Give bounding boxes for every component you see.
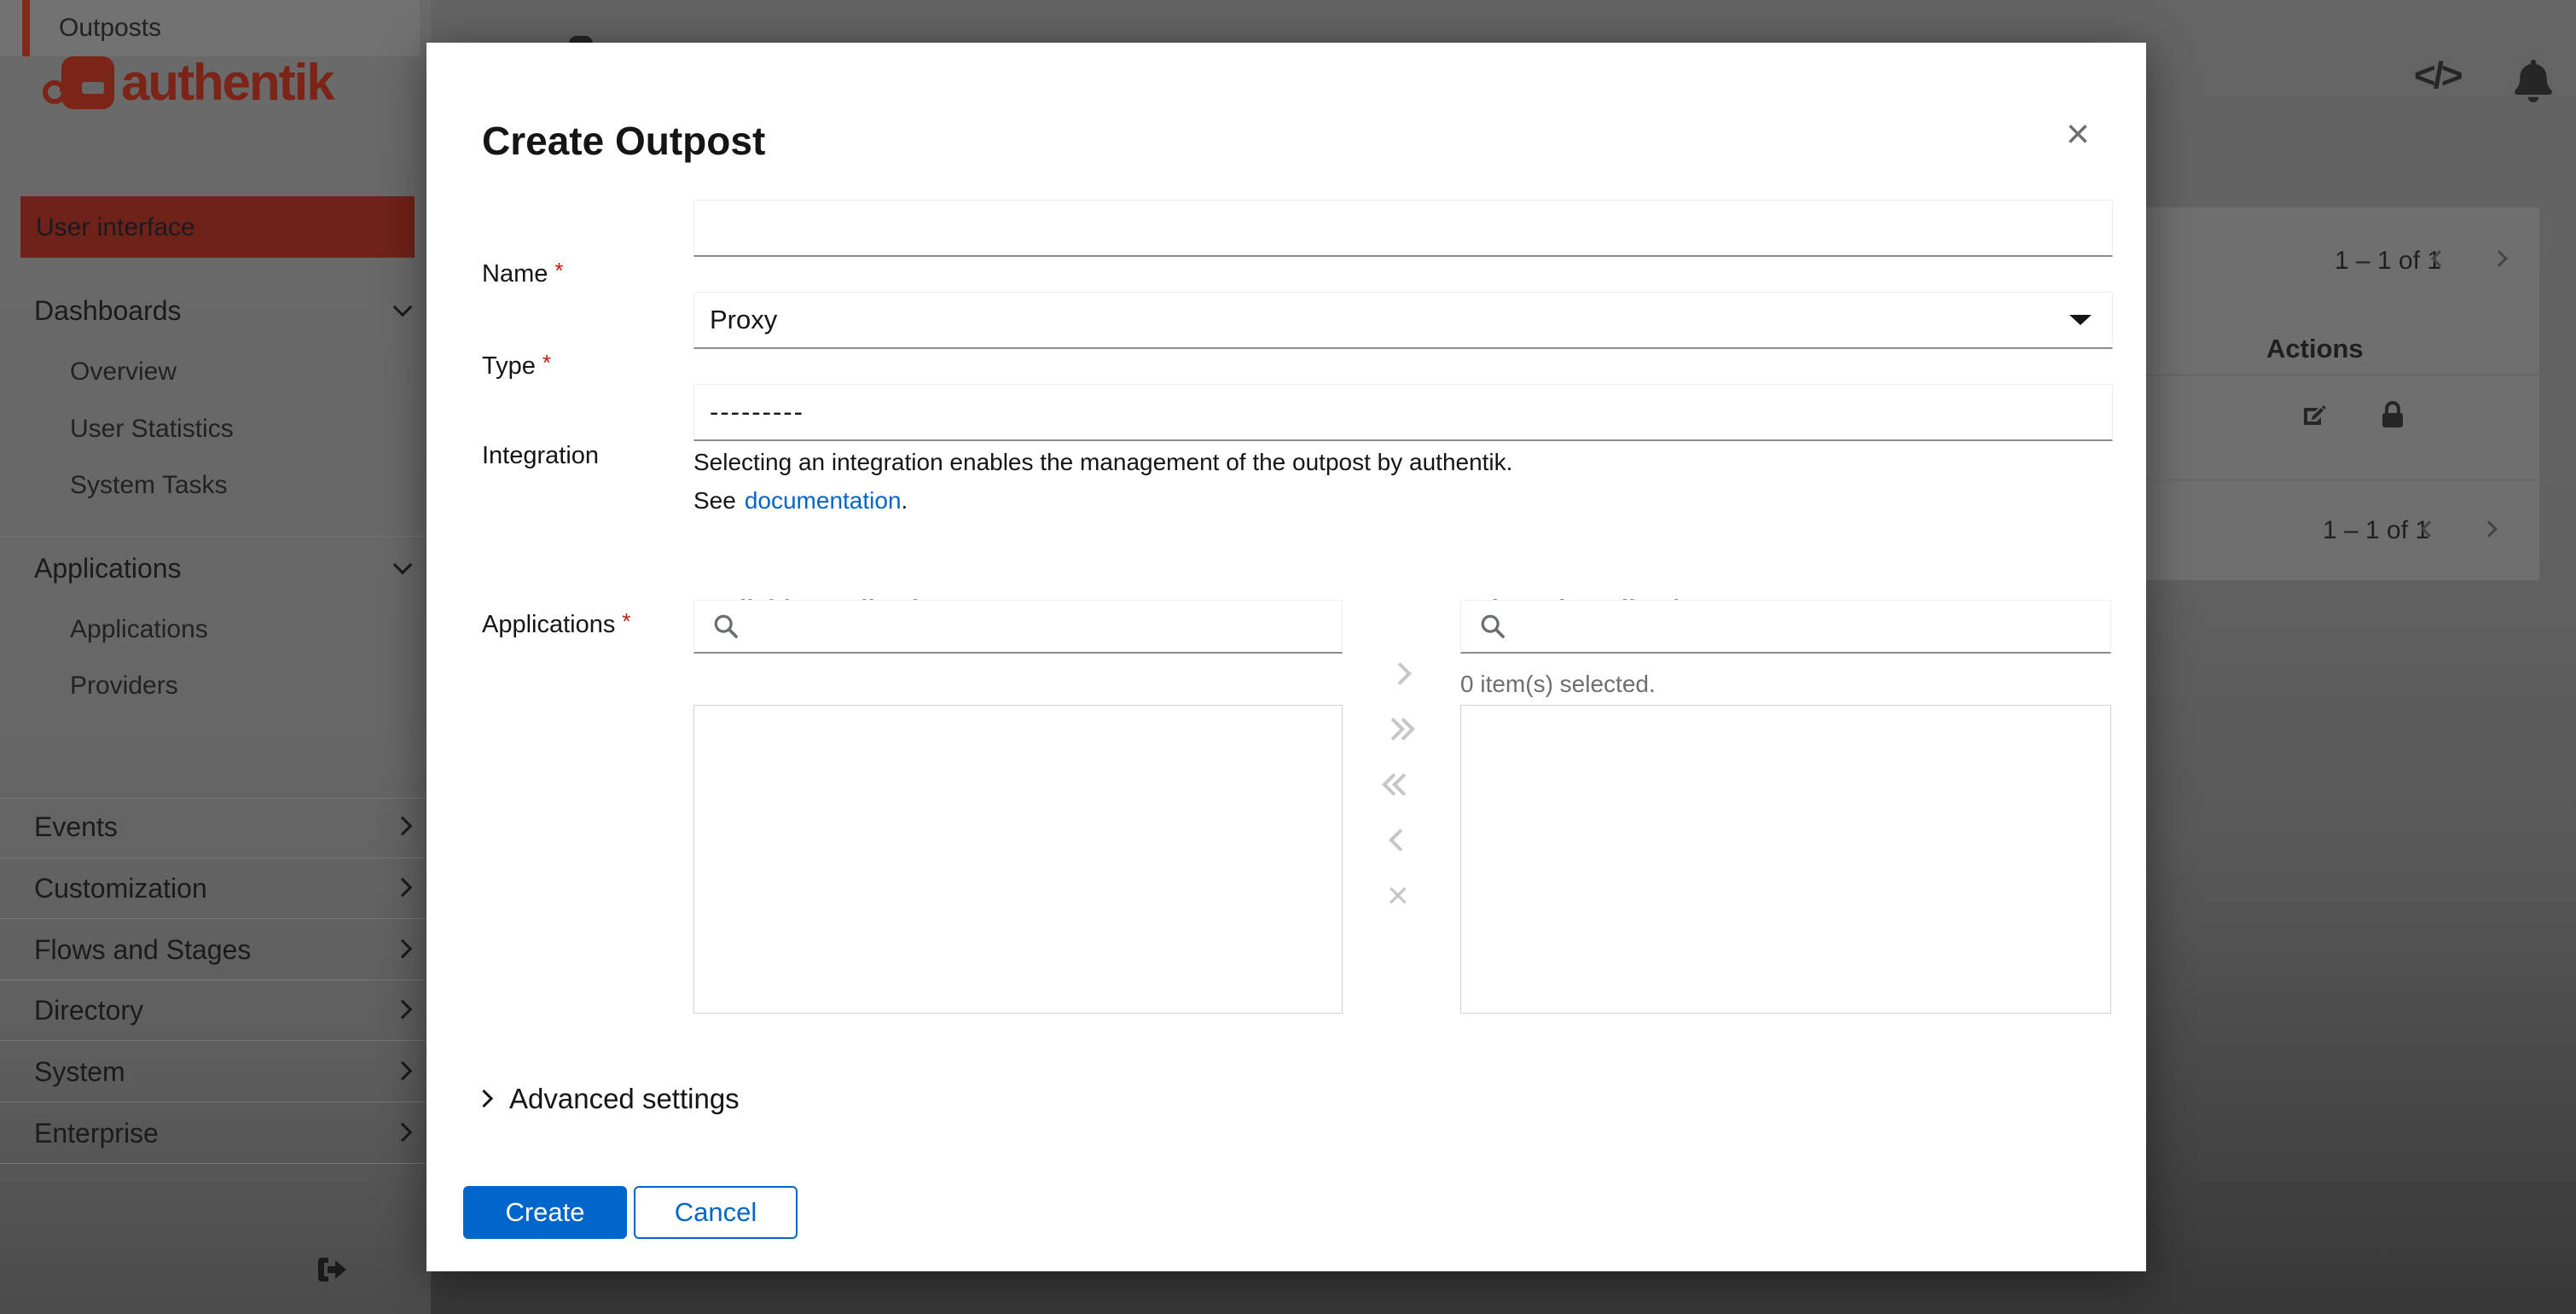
integration-select[interactable]: --------- <box>693 384 2113 441</box>
sidebar-separator <box>0 918 431 919</box>
sidebar-separator <box>0 536 431 537</box>
move-all-right-icon[interactable] <box>1382 718 1415 741</box>
pagination-next-icon[interactable] <box>2491 250 2508 267</box>
modal-title: Create Outpost <box>482 119 766 163</box>
integration-field-label: Integration <box>482 442 600 469</box>
sidebar: authentik User interface Dashboards Over… <box>0 0 431 1314</box>
sidebar-group-flows-and-stages[interactable]: Flows and Stages <box>34 934 251 966</box>
integration-help-text: Selecting an integration enables the man… <box>693 449 1513 475</box>
sidebar-separator <box>0 798 431 799</box>
sidebar-item-providers[interactable]: Providers <box>70 672 178 701</box>
selected-applications-list[interactable] <box>1460 705 2111 1014</box>
move-selected-left-icon[interactable] <box>1389 829 1412 852</box>
chevron-right-icon <box>392 877 413 898</box>
chevron-down-icon <box>2069 315 2092 325</box>
sidebar-group-customization[interactable]: Customization <box>34 873 207 904</box>
chevron-right-icon <box>392 1061 413 1081</box>
search-icon <box>711 612 740 645</box>
lock-icon[interactable] <box>2381 400 2405 433</box>
close-icon[interactable]: × <box>2066 114 2090 155</box>
create-outpost-modal: Create Outpost × Name * Type * Proxy Integ… <box>426 43 2146 1271</box>
pagination-bottom-text: 1 – 1 of 1 <box>2323 516 2430 544</box>
chevron-down-icon <box>392 555 413 575</box>
chevron-right-icon <box>392 939 413 959</box>
sidebar-item-outposts-label: Outposts <box>59 14 162 42</box>
chevron-right-icon <box>392 999 413 1020</box>
documentation-link[interactable]: documentation <box>745 487 902 514</box>
sidebar-separator <box>0 1040 431 1041</box>
user-interface-label: User interface <box>36 213 195 241</box>
available-search-input[interactable] <box>693 600 1343 654</box>
type-field-label: Type * <box>482 350 551 380</box>
advanced-settings-toggle[interactable]: Advanced settings <box>509 1083 740 1115</box>
name-input[interactable] <box>693 200 2113 257</box>
search-icon <box>1478 612 1507 645</box>
cancel-button[interactable]: Cancel <box>634 1186 798 1239</box>
sidebar-group-system[interactable]: System <box>34 1056 125 1088</box>
screen: 1 – 1 of 1 Actions 1 – 1 of 1 </> authen… <box>0 0 2576 1314</box>
chevron-right-icon[interactable] <box>474 1089 494 1108</box>
selected-count-text: 0 item(s) selected. <box>1460 671 1656 697</box>
selected-search-input[interactable] <box>1460 600 2111 654</box>
chevron-right-icon <box>392 816 413 836</box>
move-all-left-icon[interactable] <box>1382 773 1415 797</box>
name-field-label: Name * <box>482 258 564 288</box>
bell-icon[interactable] <box>2515 60 2552 107</box>
pagination-next-icon[interactable] <box>2480 520 2498 538</box>
sidebar-group-applications[interactable]: Applications <box>34 553 182 584</box>
required-marker: * <box>554 258 564 283</box>
api-code-icon[interactable]: </> <box>2414 55 2463 97</box>
sidebar-item-applications[interactable]: Applications <box>70 615 208 644</box>
sidebar-item-outposts-selected[interactable]: Outposts <box>0 0 420 56</box>
required-marker: * <box>622 608 631 634</box>
applications-field-label: Applications * <box>482 608 631 638</box>
type-select[interactable]: Proxy <box>693 292 2113 349</box>
authentik-logo-icon-slot <box>82 82 104 94</box>
required-marker: * <box>542 350 551 375</box>
active-item-indicator <box>22 0 30 56</box>
sidebar-group-directory[interactable]: Directory <box>34 995 143 1026</box>
clear-selection-icon[interactable]: × <box>1387 877 1409 915</box>
sidebar-separator <box>0 1163 431 1164</box>
sign-out-icon[interactable] <box>314 1258 346 1286</box>
authentik-logo-text: authentik <box>121 54 335 111</box>
move-selected-right-icon[interactable] <box>1389 662 1412 685</box>
edit-icon[interactable] <box>2300 402 2328 433</box>
sidebar-item-overview[interactable]: Overview <box>70 358 177 387</box>
chevron-down-icon <box>392 297 413 317</box>
available-applications-list[interactable] <box>693 705 1343 1014</box>
pagination-top-text: 1 – 1 of 1 <box>2335 247 2442 275</box>
sidebar-group-events[interactable]: Events <box>34 811 118 843</box>
user-interface-button[interactable]: User interface <box>20 196 415 258</box>
sidebar-group-dashboards[interactable]: Dashboards <box>34 295 182 327</box>
sidebar-item-system-tasks[interactable]: System Tasks <box>70 471 228 500</box>
actions-column-header: Actions <box>2266 334 2364 363</box>
sidebar-group-enterprise[interactable]: Enterprise <box>34 1118 159 1149</box>
sidebar-item-user-statistics[interactable]: User Statistics <box>70 415 234 444</box>
create-button[interactable]: Create <box>463 1186 627 1239</box>
integration-help-docs: See documentation. <box>693 487 908 514</box>
chevron-right-icon <box>392 1122 413 1142</box>
